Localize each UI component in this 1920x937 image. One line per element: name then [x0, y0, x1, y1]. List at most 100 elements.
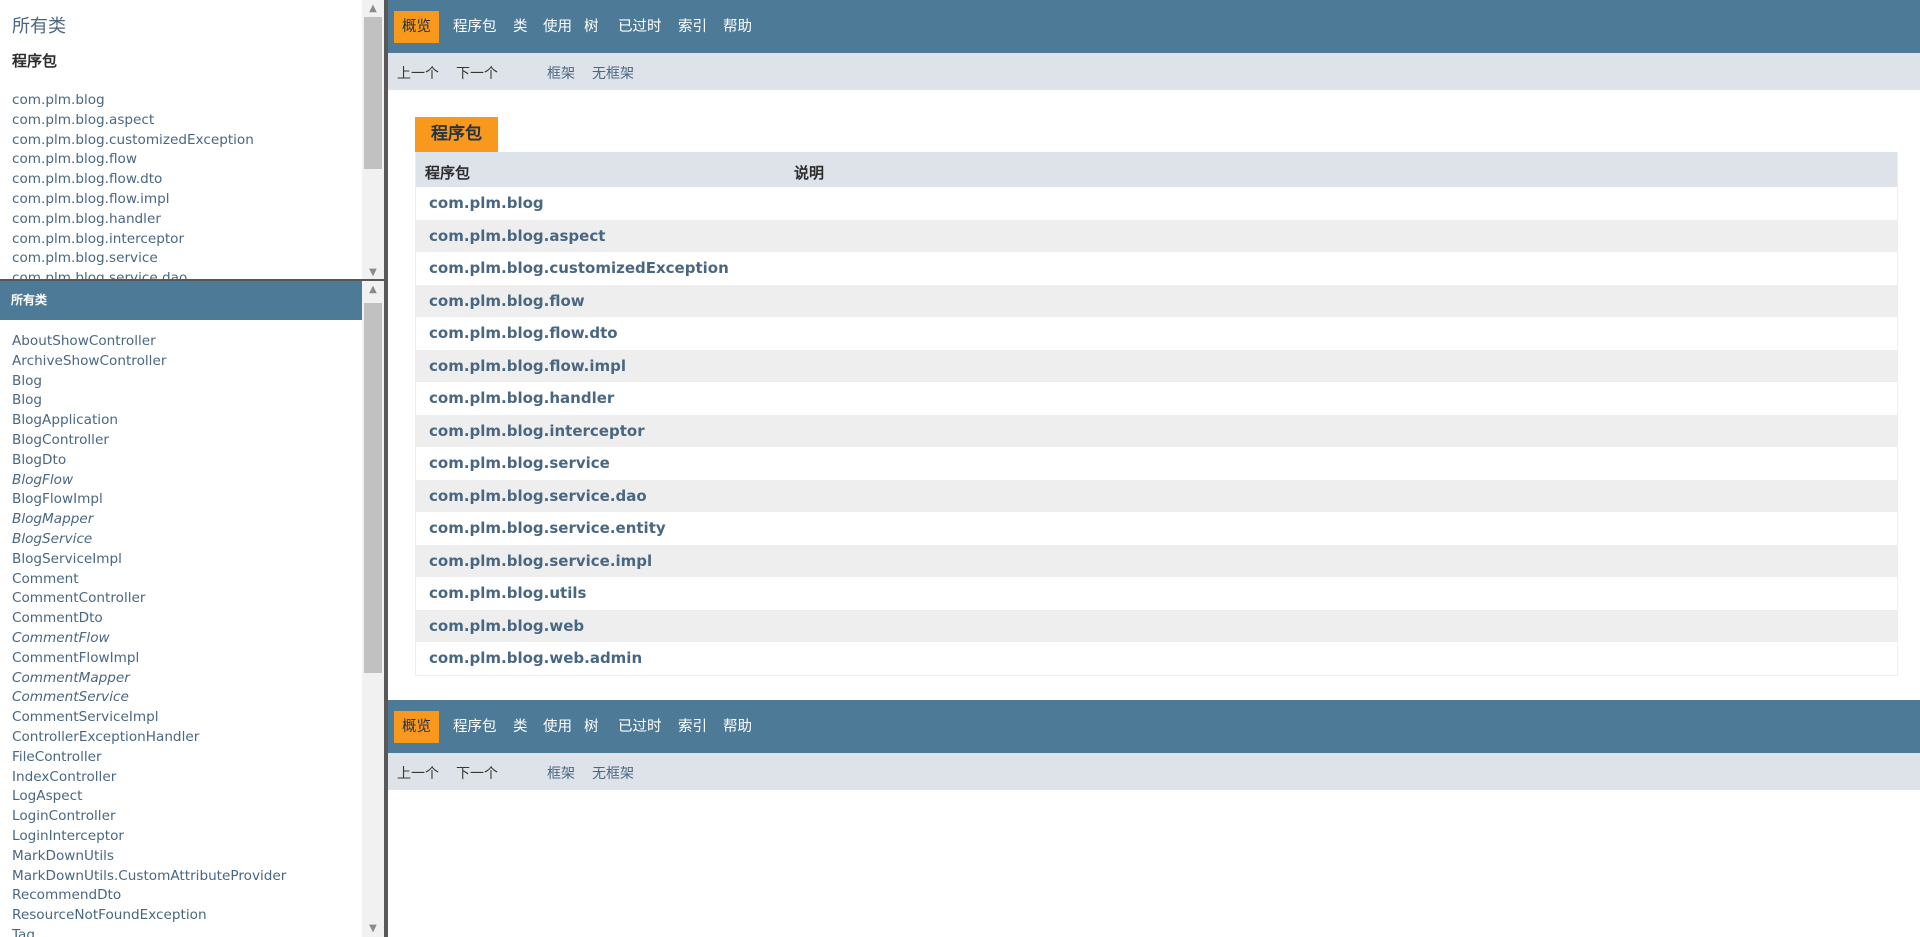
package-link[interactable]: com.plm.blog.interceptor — [12, 230, 362, 250]
packages-caption: 程序包 — [415, 117, 498, 152]
package-link[interactable]: com.plm.blog — [12, 91, 362, 111]
class-link[interactable]: Blog — [12, 391, 362, 411]
class-link[interactable]: FileController — [12, 748, 362, 768]
class-link[interactable]: CommentDto — [12, 609, 362, 629]
nav-item[interactable]: 索引 — [678, 711, 707, 743]
package-list-content: 所有类 程序包 com.plm.blog com.plm.blog.aspect c… — [0, 0, 362, 281]
scroll-thumb[interactable] — [364, 303, 382, 673]
class-link[interactable]: ArchiveShowController — [12, 352, 362, 372]
package-link[interactable]: com.plm.blog.handler — [12, 210, 362, 230]
nav-item[interactable]: 类 — [513, 711, 528, 743]
package-link[interactable]: com.plm.blog.aspect — [12, 111, 362, 131]
scroll-down-icon[interactable]: ▼ — [362, 920, 384, 937]
class-link[interactable]: BlogApplication — [12, 411, 362, 431]
class-link[interactable]: CommentController — [12, 589, 362, 609]
bottom-sub-navbar: 上一个 下一个 框架 无框架 — [388, 753, 1920, 790]
class-link[interactable]: IndexController — [12, 768, 362, 788]
interface-link[interactable]: CommentMapper — [12, 669, 362, 689]
package-link[interactable]: com.plm.blog.aspect — [429, 227, 605, 245]
class-link[interactable]: Tag — [12, 926, 362, 937]
package-link[interactable]: com.plm.blog.customizedException — [429, 259, 729, 277]
no-frames-link[interactable]: 无框架 — [592, 63, 634, 83]
class-link[interactable]: Comment — [12, 570, 362, 590]
table-row: com.plm.blog.web — [416, 609, 1897, 642]
package-link[interactable]: com.plm.blog — [429, 194, 544, 212]
scroll-up-icon[interactable]: ▲ — [362, 0, 384, 17]
package-link[interactable]: com.plm.blog.flow.impl — [12, 190, 362, 210]
class-link[interactable]: MarkDownUtils — [12, 847, 362, 867]
package-link[interactable]: com.plm.blog.service — [429, 454, 610, 472]
table-row: com.plm.blog.service.entity — [416, 512, 1897, 545]
package-link[interactable]: com.plm.blog.utils — [429, 584, 586, 602]
all-classes-content: 所有类 AboutShowController ArchiveShowContro… — [0, 281, 362, 937]
class-link[interactable]: ResourceNotFoundException — [12, 906, 362, 926]
interface-link[interactable]: BlogService — [12, 530, 362, 550]
package-link[interactable]: com.plm.blog.handler — [429, 389, 614, 407]
package-link[interactable]: com.plm.blog.web.admin — [429, 649, 642, 667]
interface-link[interactable]: BlogMapper — [12, 510, 362, 530]
nav-item[interactable]: 已过时 — [618, 11, 662, 43]
table-row: com.plm.blog.interceptor — [416, 414, 1897, 447]
nav-item[interactable]: 帮助 — [723, 711, 752, 743]
all-classes-link[interactable]: 所有类 — [12, 12, 362, 38]
package-link[interactable]: com.plm.blog.web — [429, 617, 584, 635]
class-link[interactable]: CommentServiceImpl — [12, 708, 362, 728]
nav-item[interactable]: 程序包 — [453, 11, 497, 43]
nav-item[interactable]: 类 — [513, 11, 528, 43]
package-link[interactable]: com.plm.blog.flow — [429, 292, 585, 310]
top-navbar: 概览 程序包类使用树已过时 索引 帮助 — [388, 0, 1920, 53]
package-link[interactable]: com.plm.blog.flow.dto — [429, 324, 618, 342]
package-link[interactable]: com.plm.blog.customizedException — [12, 131, 362, 151]
interface-link[interactable]: BlogFlow — [12, 471, 362, 491]
nav-item[interactable]: 程序包 — [453, 711, 497, 743]
class-link[interactable]: LogAspect — [12, 787, 362, 807]
class-link[interactable]: Blog — [12, 372, 362, 392]
class-link[interactable]: CommentFlowImpl — [12, 649, 362, 669]
package-link[interactable]: com.plm.blog.service.entity — [429, 519, 666, 537]
package-link[interactable]: com.plm.blog.flow — [12, 150, 362, 170]
class-link[interactable]: LoginController — [12, 807, 362, 827]
interface-link[interactable]: CommentFlow — [12, 629, 362, 649]
class-link[interactable]: BlogDto — [12, 451, 362, 471]
frames-link[interactable]: 框架 — [547, 763, 575, 783]
package-frame-scrollbar[interactable]: ▲ ▼ — [362, 0, 384, 281]
package-link[interactable]: com.plm.blog.service.dao — [429, 487, 647, 505]
nav-item: 概览 — [394, 711, 439, 743]
package-link[interactable]: com.plm.blog.flow.dto — [12, 170, 362, 190]
table-row: com.plm.blog.customizedException — [416, 252, 1897, 285]
class-list: AboutShowController ArchiveShowController… — [12, 332, 362, 937]
nav-item[interactable]: 树 — [584, 711, 599, 743]
col-header-description: 说明 — [794, 164, 825, 182]
frames-link[interactable]: 框架 — [547, 63, 575, 83]
class-link[interactable]: BlogFlowImpl — [12, 490, 362, 510]
class-frame-scrollbar[interactable]: ▲ ▼ — [362, 281, 384, 937]
nav-item[interactable]: 使用 — [543, 11, 572, 43]
nav-item[interactable]: 索引 — [678, 11, 707, 43]
class-link[interactable]: MarkDownUtils.CustomAttributeProvider — [12, 867, 362, 887]
class-link[interactable]: LoginInterceptor — [12, 827, 362, 847]
table-row: com.plm.blog.flow — [416, 284, 1897, 317]
table-row: com.plm.blog.aspect — [416, 219, 1897, 252]
nav-item[interactable]: 使用 — [543, 711, 572, 743]
class-link[interactable]: BlogServiceImpl — [12, 550, 362, 570]
interface-link[interactable]: CommentService — [12, 688, 362, 708]
scroll-thumb[interactable] — [364, 17, 382, 169]
package-link[interactable]: com.plm.blog.service.impl — [429, 552, 652, 570]
class-link[interactable]: ControllerExceptionHandler — [12, 728, 362, 748]
package-link[interactable]: com.plm.blog.flow.impl — [429, 357, 626, 375]
nav-item[interactable]: 帮助 — [723, 11, 752, 43]
table-header: 程序包 说明 — [416, 152, 1897, 187]
package-link[interactable]: com.plm.blog.service — [12, 249, 362, 269]
package-link[interactable]: com.plm.blog.interceptor — [429, 422, 645, 440]
class-link[interactable]: RecommendDto — [12, 886, 362, 906]
prev-link: 上一个 — [397, 766, 439, 782]
scroll-up-icon[interactable]: ▲ — [362, 281, 384, 298]
table-row: com.plm.blog.service.impl — [416, 544, 1897, 577]
class-link[interactable]: BlogController — [12, 431, 362, 451]
nav-item[interactable]: 树 — [584, 11, 599, 43]
prev-link: 上一个 — [397, 66, 439, 82]
nav-item[interactable]: 已过时 — [618, 711, 662, 743]
class-link[interactable]: AboutShowController — [12, 332, 362, 352]
table-row: com.plm.blog.utils — [416, 577, 1897, 610]
no-frames-link[interactable]: 无框架 — [592, 763, 634, 783]
